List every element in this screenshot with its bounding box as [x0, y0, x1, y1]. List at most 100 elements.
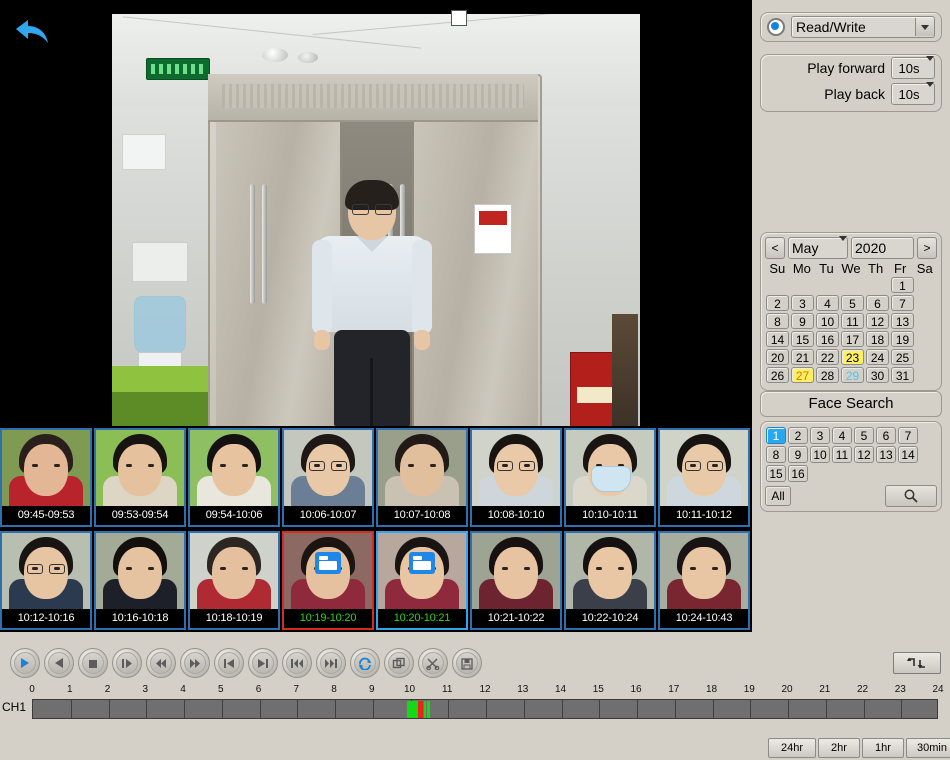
timeline-recording-segment[interactable]: [407, 701, 411, 718]
chevron-down-icon[interactable]: [926, 61, 934, 75]
calendar-day-30[interactable]: 30: [866, 367, 889, 383]
calendar-day-4[interactable]: 4: [816, 295, 839, 311]
channel-button-12[interactable]: 12: [854, 446, 874, 463]
face-thumbnail[interactable]: 09:53-09:54: [94, 428, 186, 527]
calendar-day-25[interactable]: 25: [891, 349, 914, 365]
read-write-radio[interactable]: [767, 18, 785, 36]
calendar-month-combobox[interactable]: May: [788, 237, 848, 259]
calendar-day-29[interactable]: 29: [841, 367, 864, 383]
face-thumbnail[interactable]: 10:20-10:21: [376, 531, 468, 630]
calendar-day-26[interactable]: 26: [766, 367, 789, 383]
face-thumbnail[interactable]: 10:11-10:12: [658, 428, 750, 527]
calendar-day-17[interactable]: 17: [841, 331, 864, 347]
calendar-day-16[interactable]: 16: [816, 331, 839, 347]
timeline-recording-segment[interactable]: [418, 701, 423, 718]
calendar-day-3[interactable]: 3: [791, 295, 814, 311]
multi-window-button[interactable]: [384, 648, 414, 678]
clip-select-checkbox[interactable]: [451, 10, 467, 26]
calendar-day-8[interactable]: 8: [766, 313, 789, 329]
calendar-day-18[interactable]: 18: [866, 331, 889, 347]
live-video-frame[interactable]: [112, 14, 640, 426]
face-thumbnail[interactable]: 10:22-10:24: [564, 531, 656, 630]
calendar-day-23[interactable]: 23: [841, 349, 864, 365]
channel-button-11[interactable]: 11: [832, 446, 852, 463]
rewind-button[interactable]: [146, 648, 176, 678]
chevron-down-icon[interactable]: [915, 18, 934, 36]
play-button[interactable]: [10, 648, 40, 678]
channel-button-3[interactable]: 3: [810, 427, 830, 444]
next-frame-button[interactable]: [248, 648, 278, 678]
calendar-day-20[interactable]: 20: [766, 349, 789, 365]
channel-button-5[interactable]: 5: [854, 427, 874, 444]
slow-forward-button[interactable]: [112, 648, 142, 678]
calendar-day-1[interactable]: 1: [891, 277, 914, 293]
channel-button-13[interactable]: 13: [876, 446, 896, 463]
calendar-year-input[interactable]: 2020: [851, 237, 914, 259]
calendar-day-7[interactable]: 7: [891, 295, 914, 311]
timescale-button-1hr[interactable]: 1hr: [862, 738, 904, 758]
channel-button-14[interactable]: 14: [898, 446, 918, 463]
next-file-button[interactable]: [316, 648, 346, 678]
channel-button-16[interactable]: 16: [788, 465, 808, 482]
previous-frame-button[interactable]: [214, 648, 244, 678]
timescale-button-24hr[interactable]: 24hr: [768, 738, 816, 758]
calendar-day-5[interactable]: 5: [841, 295, 864, 311]
face-thumbnail[interactable]: 10:06-10:07: [282, 428, 374, 527]
calendar-day-13[interactable]: 13: [891, 313, 914, 329]
chevron-down-icon[interactable]: [926, 87, 934, 101]
calendar-next-month-button[interactable]: >: [917, 237, 937, 259]
channel-button-1[interactable]: 1: [766, 427, 786, 444]
face-thumbnail[interactable]: 10:12-10:16: [0, 531, 92, 630]
channel-button-8[interactable]: 8: [766, 446, 786, 463]
mode-combobox[interactable]: Read/Write: [791, 16, 935, 38]
face-thumbnail[interactable]: 09:45-09:53: [0, 428, 92, 527]
channel-button-15[interactable]: 15: [766, 465, 786, 482]
calendar-day-2[interactable]: 2: [766, 295, 789, 311]
channel-button-6[interactable]: 6: [876, 427, 896, 444]
face-thumbnail[interactable]: 10:16-10:18: [94, 531, 186, 630]
calendar-day-10[interactable]: 10: [816, 313, 839, 329]
chevron-down-icon[interactable]: [839, 241, 847, 255]
face-thumbnail[interactable]: 10:08-10:10: [470, 428, 562, 527]
back-arrow-icon[interactable]: [12, 16, 52, 48]
play-forward-combobox[interactable]: 10s: [891, 57, 935, 79]
timescale-button-2hr[interactable]: 2hr: [818, 738, 860, 758]
timeline-recording-segment[interactable]: [412, 701, 414, 718]
sync-arrows-icon[interactable]: [893, 652, 941, 674]
channel-button-10[interactable]: 10: [810, 446, 830, 463]
calendar-day-31[interactable]: 31: [891, 367, 914, 383]
calendar-day-24[interactable]: 24: [866, 349, 889, 365]
face-search-button[interactable]: [885, 485, 937, 507]
calendar-day-27[interactable]: 27: [791, 367, 814, 383]
previous-file-button[interactable]: [282, 648, 312, 678]
calendar-day-6[interactable]: 6: [866, 295, 889, 311]
face-thumbnail[interactable]: 10:18-10:19: [188, 531, 280, 630]
calendar-day-19[interactable]: 19: [891, 331, 914, 347]
face-thumbnail[interactable]: 10:24-10:43: [658, 531, 750, 630]
channel-button-7[interactable]: 7: [898, 427, 918, 444]
calendar-day-22[interactable]: 22: [816, 349, 839, 365]
timeline-recording-segment[interactable]: [427, 701, 430, 718]
calendar-prev-month-button[interactable]: <: [765, 237, 785, 259]
channel-button-4[interactable]: 4: [832, 427, 852, 444]
calendar-day-9[interactable]: 9: [791, 313, 814, 329]
calendar-day-14[interactable]: 14: [766, 331, 789, 347]
timeline-track[interactable]: [32, 699, 938, 719]
calendar-day-21[interactable]: 21: [791, 349, 814, 365]
channel-button-9[interactable]: 9: [788, 446, 808, 463]
stop-button[interactable]: [78, 648, 108, 678]
face-thumbnail[interactable]: 09:54-10:06: [188, 428, 280, 527]
reverse-play-button[interactable]: [44, 648, 74, 678]
fast-forward-button[interactable]: [180, 648, 210, 678]
clip-button[interactable]: [418, 648, 448, 678]
channel-button-2[interactable]: 2: [788, 427, 808, 444]
play-back-combobox[interactable]: 10s: [891, 83, 935, 105]
loop-playback-button[interactable]: [350, 648, 380, 678]
face-thumbnail[interactable]: 10:21-10:22: [470, 531, 562, 630]
calendar-day-12[interactable]: 12: [866, 313, 889, 329]
face-thumbnail[interactable]: 10:10-10:11: [564, 428, 656, 527]
timescale-button-30min[interactable]: 30min: [906, 738, 950, 758]
face-thumbnail[interactable]: 10:19-10:20: [282, 531, 374, 630]
calendar-day-15[interactable]: 15: [791, 331, 814, 347]
save-button[interactable]: [452, 648, 482, 678]
